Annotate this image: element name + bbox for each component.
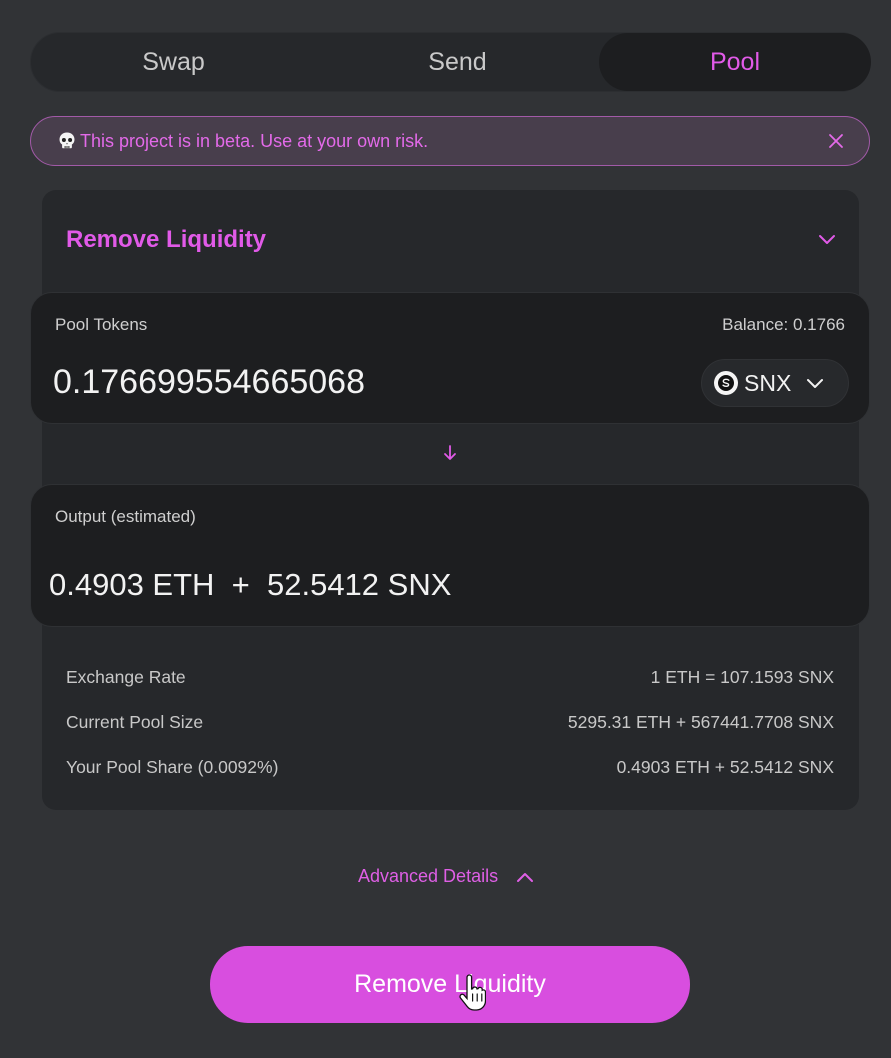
skull-icon xyxy=(59,132,75,149)
chevron-down-icon xyxy=(807,379,823,388)
tab-send[interactable]: Send xyxy=(316,33,599,91)
tab-pool[interactable]: Pool xyxy=(599,33,871,91)
output-label: Output (estimated) xyxy=(55,507,196,526)
snx-token-icon xyxy=(714,371,738,395)
detail-value: 1 ETH = 107.1593 SNX xyxy=(650,667,834,687)
detail-label: Current Pool Size xyxy=(66,712,204,732)
beta-warning-banner: This project is in beta. Use at your own… xyxy=(30,116,870,166)
close-icon[interactable] xyxy=(827,132,845,150)
pool-tokens-label: Pool Tokens xyxy=(55,315,148,334)
snx-logo-glyph xyxy=(718,375,734,391)
banner-message: This project is in beta. Use at your own… xyxy=(80,130,429,151)
chevron-down-icon[interactable] xyxy=(817,232,837,246)
detail-label: Exchange Rate xyxy=(66,667,186,687)
balance-text[interactable]: Balance: 0.1766 xyxy=(722,315,845,335)
chevron-up-icon xyxy=(517,872,534,882)
pool-tokens-amount-input[interactable] xyxy=(53,363,653,402)
detail-value: 0.4903 ETH + 52.5412 SNX xyxy=(616,757,834,777)
token-select-button[interactable]: SNX xyxy=(701,359,849,407)
remove-liquidity-button[interactable]: Remove Liquidity xyxy=(210,946,690,1023)
tab-swap[interactable]: Swap xyxy=(31,33,316,91)
advanced-details-label: Advanced Details xyxy=(358,866,499,886)
detail-label: Your Pool Share (0.0092%) xyxy=(66,757,279,777)
pool-tokens-panel: Pool Tokens Balance: 0.1766 SNX xyxy=(30,292,870,424)
hand-cursor-icon xyxy=(459,974,486,1011)
detail-row-pool-size: Current Pool Size 5295.31 ETH + 567441.7… xyxy=(66,712,834,733)
advanced-details-toggle[interactable]: Advanced Details xyxy=(358,866,534,887)
token-symbol: SNX xyxy=(744,369,792,396)
detail-row-exchange-rate: Exchange Rate 1 ETH = 107.1593 SNX xyxy=(66,667,834,688)
detail-row-pool-share: Your Pool Share (0.0092%) 0.4903 ETH + 5… xyxy=(66,757,834,778)
output-panel: Output (estimated) 0.4903 ETH + 52.5412 … xyxy=(30,484,870,627)
mode-tabs: Swap Send Pool xyxy=(30,32,871,92)
detail-value: 5295.31 ETH + 567441.7708 SNX xyxy=(567,712,834,732)
arrow-down-icon xyxy=(444,445,456,460)
output-amount: 0.4903 ETH + 52.5412 SNX xyxy=(49,567,452,602)
card-title: Remove Liquidity xyxy=(66,226,267,253)
